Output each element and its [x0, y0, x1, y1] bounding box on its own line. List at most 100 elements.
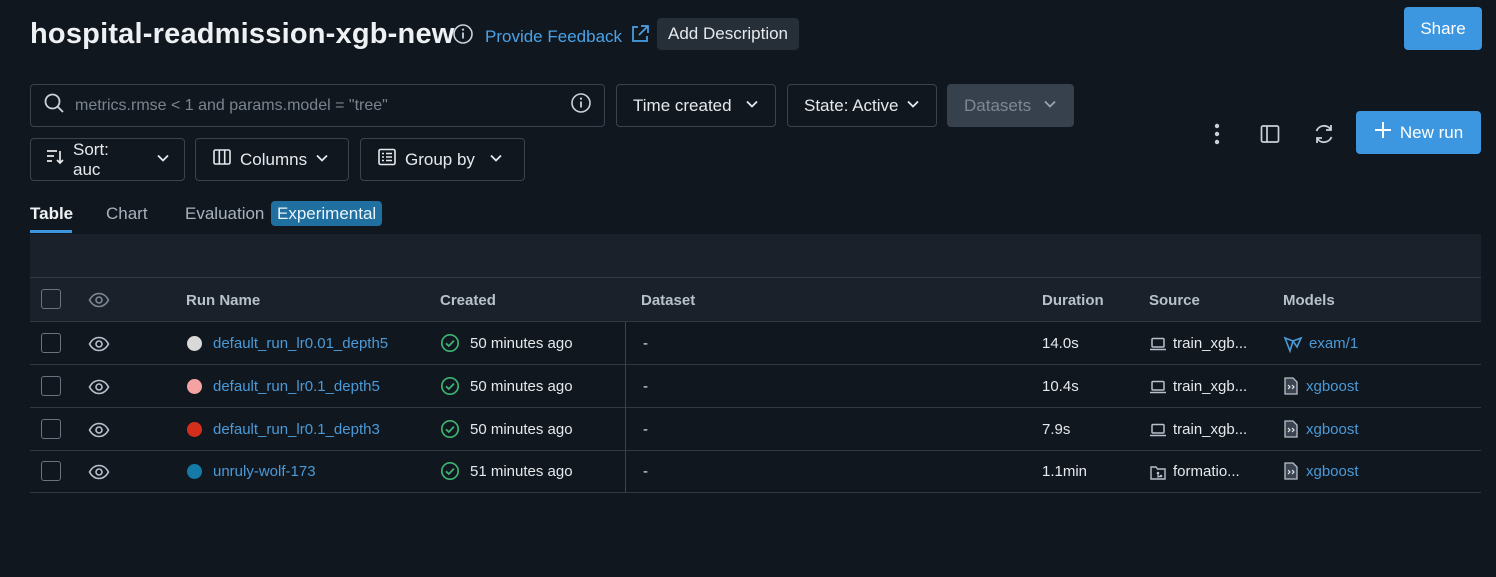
source-link[interactable]: train_xgb...: [1173, 421, 1247, 438]
share-button[interactable]: Share: [1404, 7, 1482, 50]
source-link[interactable]: train_xgb...: [1173, 335, 1247, 352]
state-label: State: Active: [804, 95, 899, 115]
group-by-label: Group by: [405, 149, 475, 169]
duration-value: 10.4s: [1042, 378, 1079, 395]
registered-model-icon: [1283, 334, 1303, 358]
run-color-dot[interactable]: [187, 336, 202, 351]
eye-icon[interactable]: [88, 419, 110, 441]
laptop-icon: [1149, 336, 1167, 356]
duration-value: 7.9s: [1042, 421, 1071, 438]
datasets-label: Datasets: [964, 95, 1032, 115]
status-success-icon: [440, 461, 460, 485]
column-divider: [625, 450, 626, 493]
source-link[interactable]: train_xgb...: [1173, 378, 1247, 395]
model-file-icon: [1283, 462, 1299, 484]
status-success-icon: [440, 376, 460, 400]
info-icon[interactable]: [452, 23, 474, 45]
laptop-icon: [1149, 379, 1167, 399]
row-checkbox[interactable]: [41, 333, 61, 353]
provide-feedback-link[interactable]: Provide Feedback: [485, 24, 650, 49]
columns-label: Columns: [240, 149, 308, 169]
tab-chart[interactable]: Chart: [106, 204, 148, 224]
time-created-dropdown[interactable]: Time created: [616, 84, 776, 127]
sort-label: Sort: auc: [73, 139, 109, 179]
status-success-icon: [440, 333, 460, 357]
dataset-value: -: [643, 421, 648, 438]
chevron-down-icon: [906, 96, 920, 116]
tab-table[interactable]: Table: [30, 204, 73, 224]
row-checkbox[interactable]: [41, 419, 61, 439]
search-placeholder: metrics.rmse < 1 and params.model = "tre…: [75, 96, 388, 114]
created-value: 50 minutes ago: [470, 335, 573, 352]
sort-icon: [45, 147, 65, 172]
table-toolbar: [30, 234, 1481, 278]
run-name-link[interactable]: unruly-wolf-173: [213, 463, 316, 480]
column-header-dataset[interactable]: Dataset: [641, 292, 695, 309]
column-divider: [625, 365, 626, 408]
dataset-value: -: [643, 335, 648, 352]
column-header-created[interactable]: Created: [440, 292, 496, 309]
chevron-down-icon: [489, 150, 503, 170]
source-link[interactable]: formatio...: [1173, 463, 1240, 480]
run-color-dot[interactable]: [187, 379, 202, 394]
status-success-icon: [440, 419, 460, 443]
model-file-icon: [1283, 377, 1299, 399]
column-header-run-name[interactable]: Run Name: [186, 292, 260, 309]
external-link-icon: [630, 24, 650, 49]
sort-dropdown[interactable]: Sort: auc: [30, 138, 185, 181]
duration-value: 14.0s: [1042, 335, 1079, 352]
column-header-source[interactable]: Source: [1149, 292, 1200, 309]
table-header: Run Name Created Dataset Duration Source…: [30, 278, 1481, 322]
model-link[interactable]: xgboost: [1306, 378, 1359, 395]
provide-feedback-label: Provide Feedback: [485, 26, 623, 46]
column-divider: [625, 408, 626, 451]
row-checkbox[interactable]: [41, 461, 61, 481]
active-tab-indicator: [30, 230, 72, 233]
tab-evaluation[interactable]: Evaluation: [185, 204, 264, 224]
run-color-dot[interactable]: [187, 464, 202, 479]
run-color-dot[interactable]: [187, 422, 202, 437]
group-by-dropdown[interactable]: Group by: [360, 138, 525, 181]
table-row[interactable]: default_run_lr0.1_depth5 50 minutes ago - 1…: [30, 365, 1481, 408]
column-header-duration[interactable]: Duration: [1042, 292, 1104, 309]
laptop-icon: [1149, 422, 1167, 442]
git-folder-icon: [1149, 464, 1167, 486]
table-row[interactable]: default_run_lr0.1_depth3 50 minutes ago - 7…: [30, 408, 1481, 451]
model-file-icon: [1283, 420, 1299, 442]
model-link[interactable]: xgboost: [1306, 421, 1359, 438]
select-all-checkbox[interactable]: [41, 289, 61, 309]
search-help-icon[interactable]: [570, 92, 592, 119]
side-panel-icon[interactable]: [1256, 120, 1284, 148]
refresh-icon[interactable]: [1310, 120, 1338, 148]
table-row[interactable]: unruly-wolf-173 51 minutes ago - 1.1min form…: [30, 450, 1481, 493]
group-by-icon: [377, 147, 397, 172]
created-value: 51 minutes ago: [470, 463, 573, 480]
run-name-link[interactable]: default_run_lr0.1_depth3: [213, 421, 380, 438]
column-header-models[interactable]: Models: [1283, 292, 1335, 309]
run-name-link[interactable]: default_run_lr0.01_depth5: [213, 335, 388, 352]
time-created-label: Time created: [633, 95, 732, 115]
eye-icon[interactable]: [88, 461, 110, 483]
more-options-icon[interactable]: [1203, 120, 1231, 148]
eye-icon[interactable]: [88, 376, 110, 398]
search-input[interactable]: metrics.rmse < 1 and params.model = "tre…: [30, 84, 605, 127]
model-link[interactable]: exam/1: [1309, 335, 1358, 352]
model-link[interactable]: xgboost: [1306, 463, 1359, 480]
run-name-link[interactable]: default_run_lr0.1_depth5: [213, 378, 380, 395]
eye-icon[interactable]: [88, 289, 110, 311]
datasets-dropdown[interactable]: Datasets: [947, 84, 1074, 127]
chevron-down-icon: [745, 96, 759, 116]
chevron-down-icon: [1043, 96, 1057, 116]
chevron-down-icon: [315, 150, 329, 170]
columns-dropdown[interactable]: Columns: [195, 138, 349, 181]
created-value: 50 minutes ago: [470, 421, 573, 438]
row-checkbox[interactable]: [41, 376, 61, 396]
dataset-value: -: [643, 463, 648, 480]
table-row[interactable]: default_run_lr0.01_depth5 50 minutes ago -…: [30, 322, 1481, 365]
eye-icon[interactable]: [88, 333, 110, 355]
new-run-button[interactable]: New run: [1356, 111, 1481, 154]
experimental-badge: Experimental: [271, 201, 383, 226]
columns-icon: [212, 147, 232, 172]
state-dropdown[interactable]: State: Active: [787, 84, 937, 127]
add-description-button[interactable]: Add Description: [657, 18, 800, 50]
